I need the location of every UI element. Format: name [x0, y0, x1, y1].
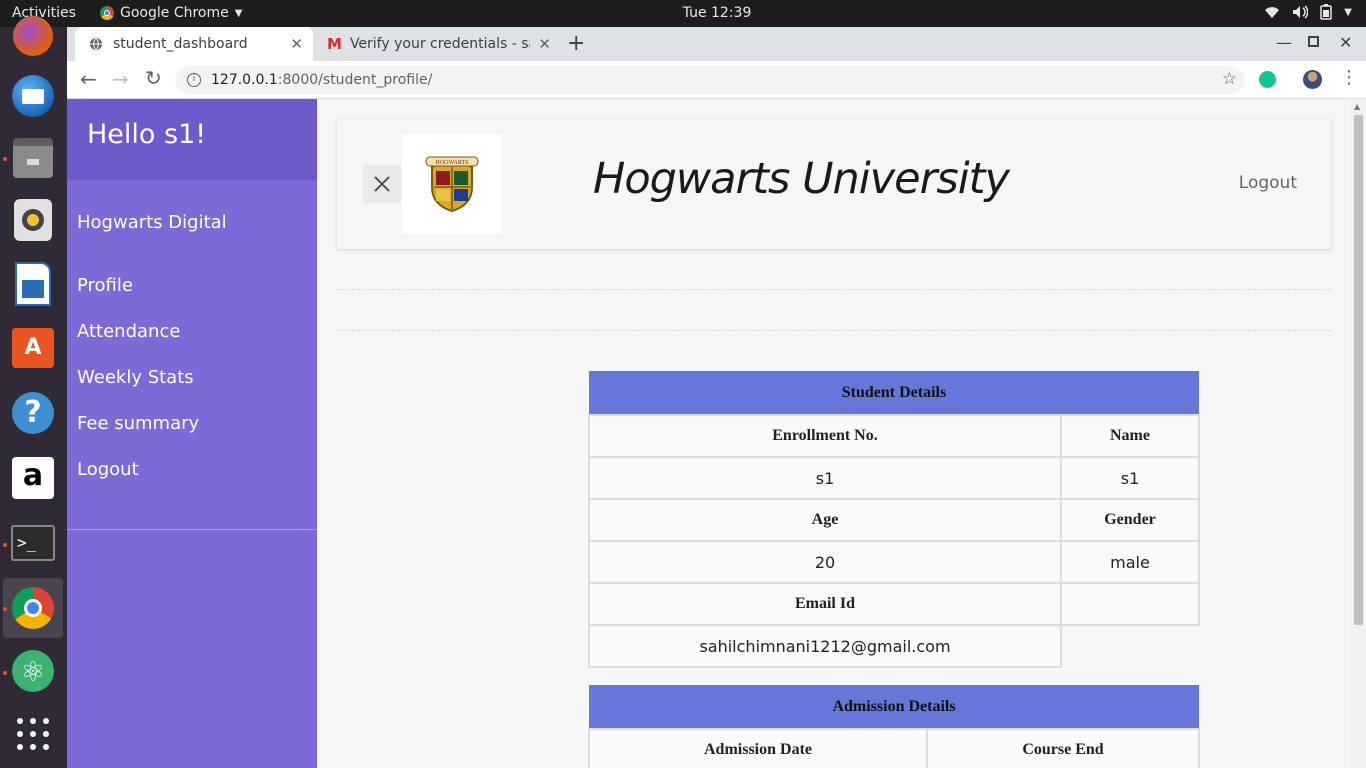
sidebar-item-weekly-stats[interactable]: Weekly Stats [67, 367, 317, 413]
software-icon[interactable]: A [10, 325, 56, 371]
close-window-icon[interactable]: ✕ [1339, 33, 1352, 52]
hogwarts-crest-icon: HOGWARTS [425, 156, 479, 213]
divider [337, 330, 1331, 331]
age-label: Age [588, 498, 1062, 542]
address-bar[interactable]: i 127.0.0.1 :8000/student_profile/ ☆ [175, 66, 1245, 94]
name-label: Name [1060, 414, 1200, 458]
empty-cell [1061, 625, 1199, 667]
close-tab-icon[interactable]: ✕ [290, 35, 303, 53]
chevron-down-icon: ▼ [1344, 6, 1352, 18]
tab-title: Verify your credentials - sa [349, 36, 530, 52]
close-icon [374, 176, 390, 192]
sidebar-item-attendance[interactable]: Attendance [67, 321, 317, 367]
email-label: Email Id [588, 582, 1062, 626]
atom-icon[interactable]: ⚛ [10, 648, 56, 694]
browser-toolbar: ← → ↻ i 127.0.0.1 :8000/student_profile/… [67, 61, 1366, 99]
admission-details-caption: Admission Details [589, 685, 1199, 729]
sidebar-item-fee-summary[interactable]: Fee summary [67, 413, 317, 459]
minimize-icon[interactable]: — [1276, 33, 1292, 52]
chrome-icon[interactable] [3, 578, 63, 638]
url-host: 127.0.0.1 [211, 72, 278, 88]
crest-text: HOGWARTS [436, 160, 469, 166]
admission-details-table: Admission Details Admission Date Course … [588, 685, 1200, 768]
sidebar-menu: Profile Attendance Weekly Stats Fee summ… [67, 275, 317, 530]
url-path: :8000/student_profile/ [277, 72, 433, 88]
firefox-icon[interactable] [10, 13, 56, 59]
page-viewport: Hello s1! Hogwarts Digital Profile Atten… [67, 99, 1366, 768]
clock[interactable]: Tue 12:39 [0, 5, 1366, 21]
header-card: HOGWARTS Hogwarts University Logout [337, 119, 1331, 249]
university-logo: HOGWARTS [402, 134, 502, 234]
tab-student-dashboard[interactable]: student_dashboard ✕ [75, 27, 313, 61]
divider [337, 289, 1331, 290]
student-details-table: Student Details Enrollment No. Name s1 s… [588, 371, 1200, 668]
tab-title: student_dashboard [113, 36, 248, 52]
email-value: sahilchimnani1212@gmail.com [588, 624, 1062, 668]
reload-icon[interactable]: ↻ [145, 66, 162, 90]
files-icon[interactable] [10, 135, 56, 181]
header-logout-link[interactable]: Logout [1239, 173, 1297, 193]
help-icon[interactable]: ? [10, 390, 56, 436]
avatar[interactable] [1303, 70, 1322, 89]
page-scrollbar[interactable]: ▲ [1351, 99, 1366, 768]
scrollbar-thumb[interactable] [1354, 115, 1363, 625]
empty-cell [1060, 582, 1200, 626]
grammarly-icon[interactable] [1259, 71, 1276, 88]
enrollment-label: Enrollment No. [588, 414, 1062, 458]
browser-window: student_dashboard ✕ M Verify your creden… [67, 27, 1366, 768]
battery-icon [1320, 4, 1333, 20]
gmail-icon: M [327, 35, 342, 53]
age-value: 20 [588, 540, 1062, 584]
gender-value: male [1060, 540, 1200, 584]
greeting: Hello s1! [67, 99, 317, 180]
dock: A ? a >_ ⚛ [0, 16, 67, 768]
globe-icon [90, 37, 102, 51]
star-icon[interactable]: ☆ [1222, 69, 1237, 89]
system-tray[interactable]: ▼ [1264, 4, 1352, 20]
scroll-up-icon[interactable]: ▲ [1354, 102, 1360, 111]
page-title: Hogwarts University [593, 154, 1010, 204]
info-icon: i [187, 73, 201, 87]
terminal-icon[interactable]: >_ [10, 520, 56, 566]
sidebar-item-profile[interactable]: Profile [67, 275, 317, 321]
forward-icon[interactable]: → [112, 67, 129, 91]
volume-icon [1293, 5, 1309, 19]
student-details-caption: Student Details [589, 371, 1199, 415]
tab-strip: student_dashboard ✕ M Verify your creden… [67, 27, 1366, 61]
restore-icon[interactable] [1308, 36, 1319, 47]
gender-label: Gender [1060, 498, 1200, 542]
main-content: HOGWARTS Hogwarts University Logout Stud… [317, 99, 1366, 768]
system-top-bar: Activities Google Chrome ▼ Tue 12:39 ▼ [0, 0, 1366, 27]
sidebar-toggle-button[interactable] [363, 165, 401, 203]
name-value: s1 [1060, 456, 1200, 500]
sidebar-brand[interactable]: Hogwarts Digital [77, 212, 317, 233]
close-tab-icon[interactable]: ✕ [538, 35, 551, 53]
new-tab-button[interactable]: + [567, 31, 585, 56]
course-end-label: Course End [926, 728, 1200, 768]
wifi-icon [1265, 7, 1280, 18]
sidebar-item-logout[interactable]: Logout [67, 459, 317, 505]
amazon-icon[interactable]: a [10, 455, 56, 501]
writer-icon[interactable] [10, 261, 56, 307]
menu-icon[interactable]: ⋮ [1340, 67, 1358, 88]
sidebar: Hello s1! Hogwarts Digital Profile Atten… [67, 99, 317, 768]
enrollment-value: s1 [588, 456, 1062, 500]
back-icon[interactable]: ← [80, 67, 97, 91]
thunderbird-icon[interactable] [10, 73, 56, 119]
apps-grid-icon[interactable] [10, 711, 56, 757]
admission-date-label: Admission Date [588, 728, 928, 768]
rhythmbox-icon[interactable] [10, 197, 56, 243]
tab-verify-credentials[interactable]: M Verify your credentials - sa ✕ [317, 27, 553, 61]
